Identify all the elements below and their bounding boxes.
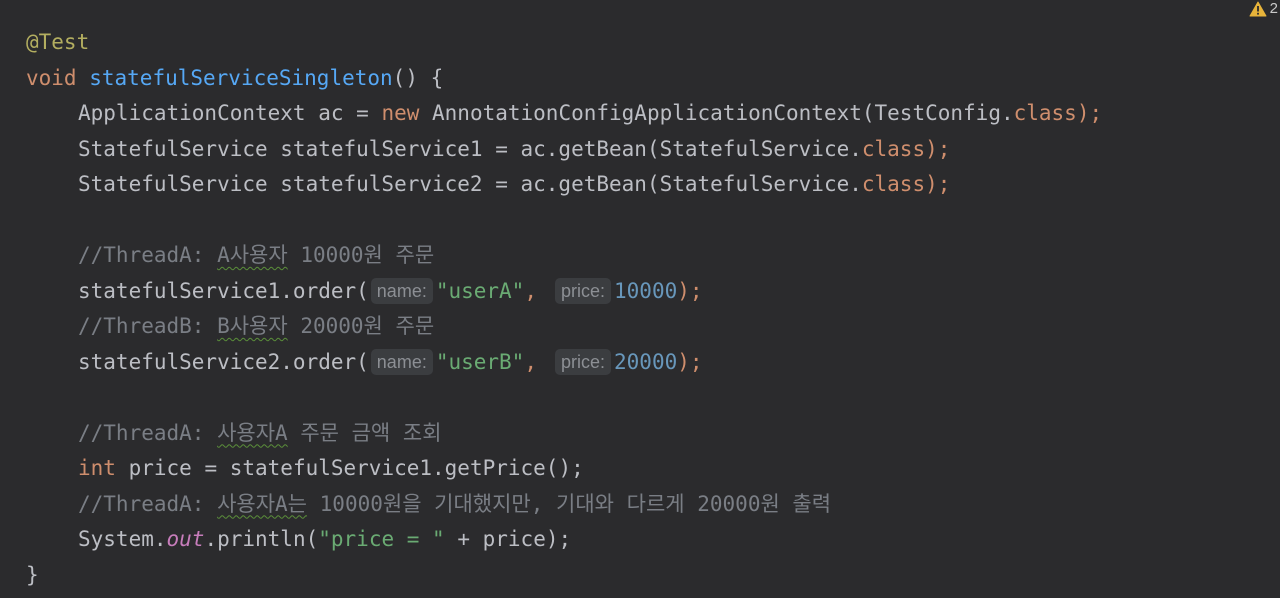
code-line-5[interactable]: StatefulService statefulService2 = ac.ge… xyxy=(26,167,1102,203)
typo-underline-text: 사용자A xyxy=(217,420,288,445)
keyword-class: class xyxy=(861,172,926,196)
warnings-indicator[interactable]: 2 xyxy=(1249,0,1278,17)
warning-count: 2 xyxy=(1269,0,1278,17)
code-line-2[interactable]: void statefulServiceSingleton() { xyxy=(26,61,1102,97)
code-line-14[interactable]: //ThreadA: 사용자A는 10000원을 기대했지만, 기대와 다르게 … xyxy=(26,487,1102,523)
code-editor[interactable]: 2 @Test void statefulServiceSingleton() … xyxy=(0,0,1280,598)
keyword-class: class xyxy=(1013,101,1077,125)
code-line-10[interactable]: statefulService2.order(name: "userB", pric… xyxy=(26,345,1102,381)
code-line-12[interactable]: //ThreadA: 사용자A 주문 금액 조회 xyxy=(26,416,1102,452)
number-literal: 20000 xyxy=(614,349,678,374)
comment: //ThreadA: xyxy=(78,243,218,267)
code-line-9[interactable]: //ThreadB: B사용자 20000원 주문 xyxy=(26,309,1102,345)
typo-underline-text: 사용자A는 xyxy=(217,491,308,516)
code-line-16[interactable]: } xyxy=(26,558,1102,594)
parameter-hint-name: name: xyxy=(370,349,433,376)
closing-brace: } xyxy=(26,562,39,587)
comment: //ThreadA: xyxy=(78,420,218,445)
string-literal: "userA" xyxy=(435,278,525,303)
keyword-new: new xyxy=(381,101,420,125)
string-literal: "price = " xyxy=(318,527,445,551)
static-field-out: out xyxy=(166,527,205,551)
code-line-1[interactable]: @Test xyxy=(26,25,1102,61)
code-line-8[interactable]: statefulService1.order(name: "userA", pric… xyxy=(26,274,1102,310)
keyword-class: class xyxy=(861,136,926,161)
comment: //ThreadA: xyxy=(78,491,218,516)
typo-underline-text: B사용자 xyxy=(217,314,288,338)
code-line-13[interactable]: int price = statefulService1.getPrice(); xyxy=(26,451,1102,487)
comment: //ThreadB: xyxy=(78,314,218,338)
code-line-3[interactable]: ApplicationContext ac = new AnnotationCo… xyxy=(26,96,1102,132)
keyword-void: void xyxy=(26,65,77,90)
code-line-15[interactable]: System. out .println("price = " + price); xyxy=(26,522,1102,558)
keyword-int: int xyxy=(78,456,116,480)
method-name: statefulServiceSingleton xyxy=(89,65,393,90)
number-literal: 10000 xyxy=(614,278,678,303)
warning-icon xyxy=(1249,1,1267,17)
code-block[interactable]: @Test void statefulServiceSingleton() { … xyxy=(26,25,1102,593)
parameter-hint-name: name: xyxy=(370,278,433,305)
parameter-hint-price: price: xyxy=(555,278,612,305)
annotation: @Test xyxy=(26,30,90,54)
parameter-hint-price: price: xyxy=(555,349,612,376)
string-literal: "userB" xyxy=(435,349,525,374)
typo-underline-text: A사용자 xyxy=(217,243,288,267)
code-line-7[interactable]: //ThreadA: A사용자 10000원 주문 xyxy=(26,238,1102,274)
code-line-4[interactable]: StatefulService statefulService1 = ac.ge… xyxy=(26,132,1102,168)
